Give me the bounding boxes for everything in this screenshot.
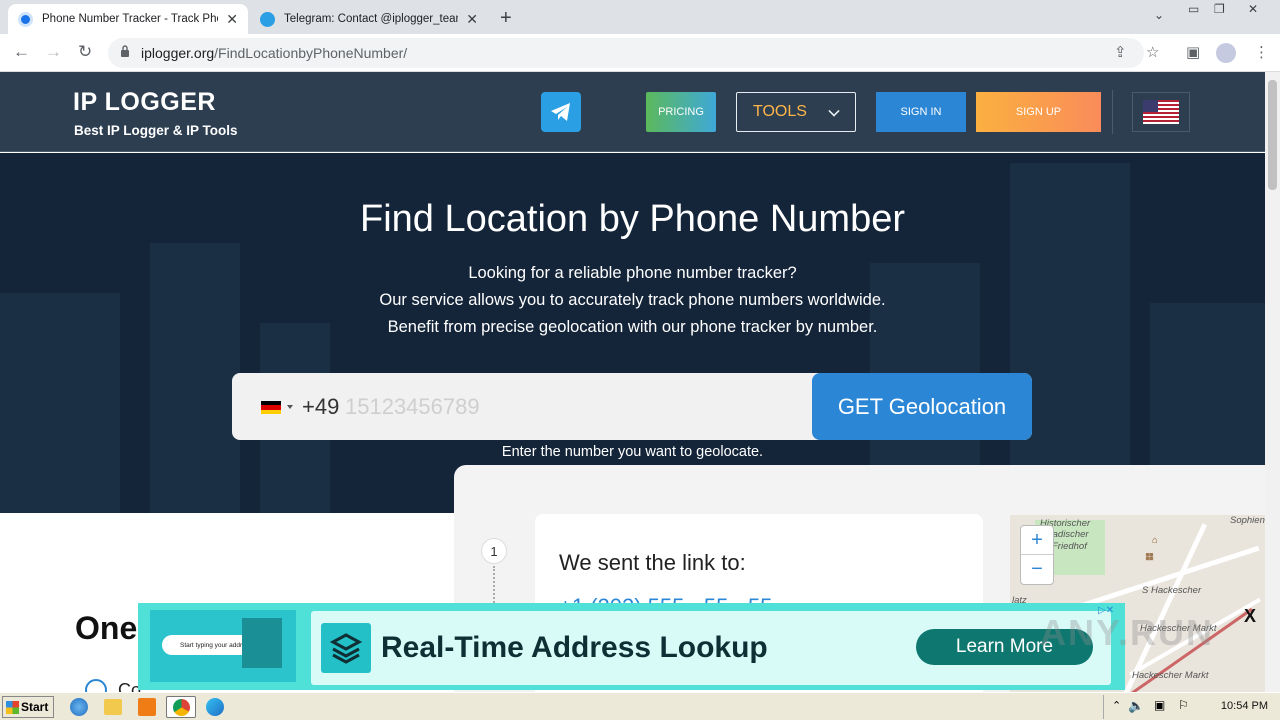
header-divider: [1112, 90, 1113, 134]
network-icon[interactable]: ▣: [1154, 698, 1165, 712]
phone-input-hint: Enter the number you want to geolocate.: [501, 444, 764, 460]
landmark-icon: ⌂: [1152, 535, 1158, 546]
ad-thumbnail: Start typing your address: [150, 610, 296, 682]
close-tab-icon[interactable]: ✕: [226, 11, 238, 28]
close-ad-button[interactable]: X: [1244, 606, 1256, 627]
tools-dropdown[interactable]: TOOLS: [736, 92, 856, 132]
hero-line-2: Our service allows you to accurately tra…: [379, 291, 886, 309]
tab-title: Phone Number Tracker - Track Phone: [42, 13, 219, 25]
hero-title: Find Location by Phone Number: [360, 198, 905, 240]
map-zoom-control: + −: [1020, 525, 1054, 585]
tab-telegram[interactable]: Telegram: Contact @iplogger_team ✕: [250, 4, 488, 34]
chrome-taskbar-button[interactable]: [166, 696, 196, 718]
internet-explorer-icon[interactable]: [70, 698, 88, 716]
tab-title: Telegram: Contact @iplogger_team: [284, 13, 459, 25]
ad-thumb-decor: [242, 618, 282, 668]
globe-icon: [85, 679, 107, 692]
windows-logo-icon: [6, 701, 19, 714]
sign-up-button[interactable]: SIGN UP: [976, 92, 1101, 132]
minimize-icon[interactable]: ▭: [1188, 2, 1199, 16]
ad-title: Real-Time Address Lookup: [381, 631, 768, 664]
edge-icon[interactable]: [206, 698, 224, 716]
map-label: tadischer: [1050, 529, 1089, 540]
scrollbar-thumb[interactable]: [1268, 80, 1277, 190]
hero-section: Find Location by Phone Number Looking fo…: [0, 153, 1265, 513]
country-dropdown-caret-icon[interactable]: [287, 405, 293, 409]
map-label: S Hackescher: [1142, 585, 1202, 596]
section-heading: One: [75, 610, 138, 646]
restore-icon[interactable]: ❐: [1214, 2, 1225, 16]
site-header: IP LOGGER Best IP Logger & IP Tools PRIC…: [0, 72, 1265, 152]
hero-line-1: Looking for a reliable phone number trac…: [468, 264, 797, 282]
map-label: Hackescher Markt: [1132, 670, 1209, 681]
close-tab-icon[interactable]: ✕: [466, 11, 478, 28]
site-logo[interactable]: IP LOGGER: [73, 88, 216, 117]
media-player-icon[interactable]: [138, 698, 156, 716]
volume-icon[interactable]: 🔈: [1128, 698, 1144, 714]
country-code: +49: [302, 394, 340, 419]
share-icon[interactable]: ⇪: [1114, 43, 1127, 61]
bookmark-star-icon[interactable]: ☆: [1146, 43, 1159, 61]
system-tray: ⌃ 🔈 ▣ ⚐ 10:54 PM: [1103, 695, 1278, 719]
address-bar[interactable]: iplogger.org/FindLocationbyPhoneNumber/: [108, 38, 1144, 68]
taskbar: Start ⌃ 🔈 ▣ ⚐ 10:54 PM: [0, 692, 1280, 720]
pricing-button[interactable]: PRICING: [646, 92, 716, 132]
zoom-in-button[interactable]: +: [1021, 526, 1053, 555]
start-button[interactable]: Start: [2, 696, 54, 718]
map-label: Sophien-: [1230, 515, 1265, 526]
telegram-favicon-icon: [260, 11, 275, 27]
flag-notification-icon[interactable]: ⚐: [1178, 698, 1189, 712]
profile-avatar-icon[interactable]: [1216, 43, 1236, 63]
site-tagline: Best IP Logger & IP Tools: [74, 123, 238, 138]
cinema-icon: ▦: [1145, 551, 1154, 562]
ad-logo-icon: [321, 623, 371, 673]
phone-input-group: +49 GET Geolocation: [232, 373, 1032, 440]
card-title: We sent the link to:: [559, 550, 746, 575]
chrome-icon: [173, 699, 190, 716]
browser-tabstrip: Phone Number Tracker - Track Phone ✕ Tel…: [0, 0, 1280, 34]
zoom-out-button[interactable]: −: [1021, 555, 1053, 584]
tab-phone-tracker[interactable]: Phone Number Tracker - Track Phone ✕: [8, 4, 248, 34]
clock: 10:54 PM: [1220, 700, 1268, 712]
chevron-down-icon: [828, 105, 840, 117]
back-icon[interactable]: ←: [13, 42, 30, 62]
side-panel-icon[interactable]: ▣: [1186, 43, 1200, 61]
forward-icon[interactable]: →: [45, 42, 62, 62]
tray-expand-icon[interactable]: ⌃: [1112, 699, 1121, 712]
ad-content: Real-Time Address Lookup Learn More: [311, 611, 1111, 685]
reload-icon[interactable]: ↻: [78, 42, 92, 62]
step-number: 1: [481, 538, 507, 564]
telegram-icon: [551, 103, 570, 121]
tab-search-chevron-icon[interactable]: ⌄: [1154, 8, 1164, 22]
new-tab-icon[interactable]: +: [500, 7, 512, 30]
iplogger-favicon-icon: [18, 11, 33, 27]
web-page: IP LOGGER Best IP Logger & IP Tools PRIC…: [0, 72, 1265, 692]
telegram-button[interactable]: [541, 92, 581, 132]
germany-flag-icon[interactable]: [261, 401, 281, 414]
hero-line-3: Benefit from precise geolocation with ou…: [387, 318, 878, 336]
lock-icon: [121, 45, 129, 57]
close-window-icon[interactable]: ✕: [1248, 2, 1258, 16]
us-flag-icon: [1143, 100, 1179, 124]
watermark-text: ANY.RUN: [1040, 612, 1215, 653]
menu-kebab-icon[interactable]: ⋮: [1254, 43, 1269, 61]
map-label: Friedhof: [1052, 541, 1087, 552]
browser-toolbar: ← → ↻ iplogger.org/FindLocationbyPhoneNu…: [0, 34, 1280, 72]
explorer-folder-icon[interactable]: [104, 699, 122, 715]
phone-number-input[interactable]: [345, 391, 805, 423]
get-geolocation-button[interactable]: GET Geolocation: [812, 373, 1032, 440]
start-label: Start: [21, 700, 49, 714]
tools-label: TOOLS: [753, 103, 807, 120]
map-road: [1117, 523, 1208, 692]
sign-in-button[interactable]: SIGN IN: [876, 92, 966, 132]
ad-banner[interactable]: Start typing your address Real-Time Addr…: [138, 603, 1125, 690]
language-selector[interactable]: [1132, 92, 1190, 132]
url-text: iplogger.org/FindLocationbyPhoneNumber/: [141, 45, 408, 61]
step-connector: [493, 566, 495, 606]
